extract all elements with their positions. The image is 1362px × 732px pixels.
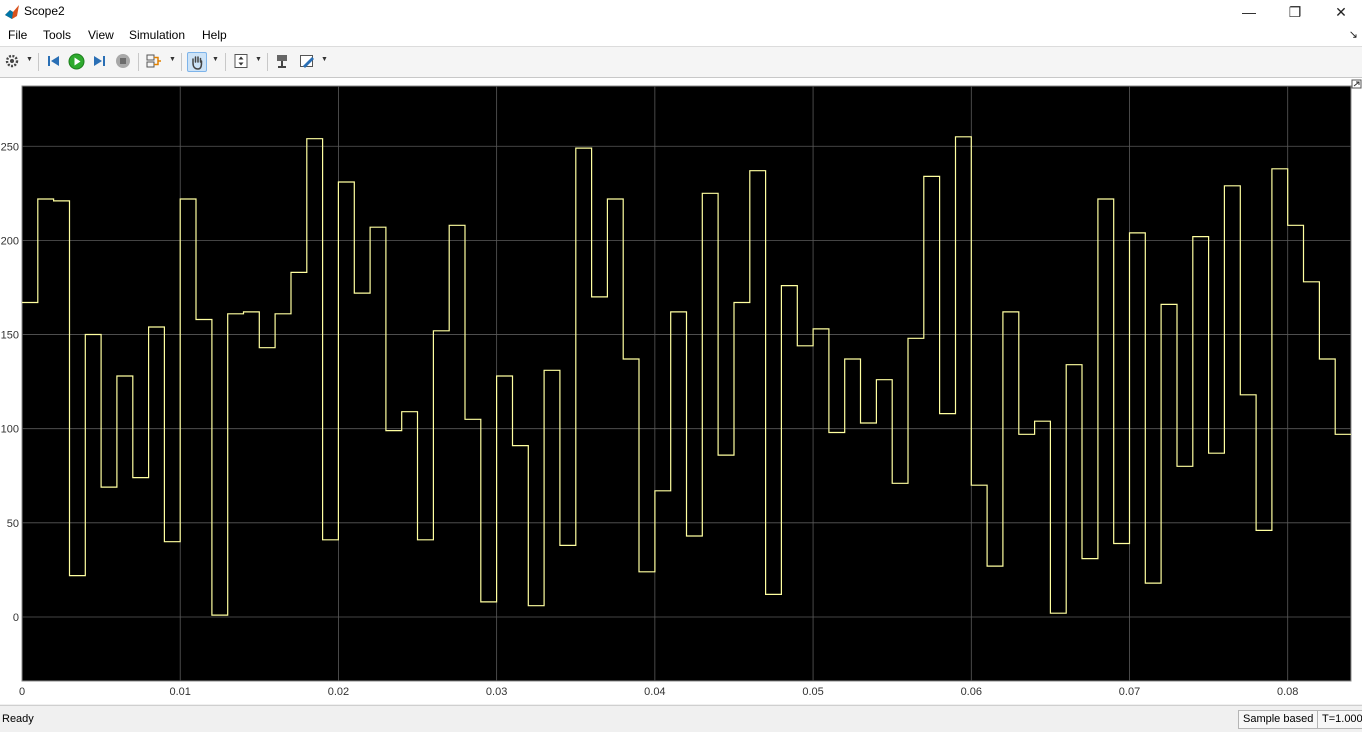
step-forward-icon[interactable] [90,52,108,70]
gear-icon[interactable] [3,52,21,70]
status-ready-text: Ready [2,713,34,725]
menu-help[interactable]: Help [202,28,227,42]
minimize-button[interactable]: — [1226,0,1272,24]
x-tick-label: 0.02 [328,686,349,698]
x-tick-label: 0.07 [1119,686,1140,698]
x-tick-label: 0.05 [802,686,823,698]
x-tick-labels: 0 0.01 0.02 0.03 0.04 0.05 0.06 0.07 0.08 [19,686,1298,698]
x-tick-label: 0.03 [486,686,507,698]
x-tick-label: 0.04 [644,686,665,698]
y-tick-label: 0 [13,612,19,624]
toolbar-separator [225,53,226,71]
gear-dropdown-icon[interactable]: ▼ [26,56,33,63]
signal-select-icon[interactable] [145,52,163,70]
y-tick-labels: 0 50 100 150 200 250 [1,141,19,624]
toolbar-separator [38,53,39,71]
style-dropdown-icon[interactable]: ▼ [321,56,328,63]
window-title: Scope2 [24,4,65,18]
menu-tools[interactable]: Tools [43,28,71,42]
menu-file[interactable]: File [8,28,27,42]
toolbar-separator [138,53,139,71]
zoom-axes-dropdown-icon[interactable]: ▼ [255,56,262,63]
x-tick-label: 0 [19,686,25,698]
axes-expand-icon[interactable] [1351,79,1362,89]
restore-icon: ❐ [1288,3,1302,20]
title-bar: Scope2 — ❐ ✕ [0,0,1362,24]
x-tick-label: 0.01 [170,686,191,698]
y-tick-label: 200 [1,235,19,247]
signal-select-dropdown-icon[interactable]: ▼ [169,56,176,63]
y-tick-label: 150 [1,330,19,342]
y-tick-label: 100 [1,424,19,436]
toolbar-separator [181,53,182,71]
zoom-axes-icon[interactable] [232,52,250,70]
run-icon[interactable] [67,52,85,70]
step-back-icon[interactable] [45,52,63,70]
toolbar-separator [267,53,268,71]
close-icon: ✕ [1335,3,1347,20]
scope-plot-area[interactable]: 0 0.01 0.02 0.03 0.04 0.05 0.06 0.07 0.08 0 50 100… [0,78,1362,704]
y-tick-label: 250 [1,141,19,153]
stop-icon[interactable] [114,52,132,70]
highlight-block-icon[interactable] [273,52,291,70]
toolbar: ▼ ▼ ▼ ▼ ▼ [0,46,1362,78]
x-tick-label: 0.06 [961,686,982,698]
close-button[interactable]: ✕ [1318,0,1362,24]
status-bar: Ready Sample based T=1.000 [0,705,1362,732]
status-mode: Sample based [1238,710,1319,729]
minimize-icon: — [1242,4,1256,20]
scope-axes[interactable]: 0 0.01 0.02 0.03 0.04 0.05 0.06 0.07 0.08 0 50 100… [0,78,1362,704]
y-tick-label: 50 [7,518,19,530]
menu-view[interactable]: View [88,28,114,42]
menu-bar: File Tools View Simulation Help ↘ [0,24,1362,46]
menu-simulation[interactable]: Simulation [129,28,185,42]
restore-button[interactable]: ❐ [1272,0,1318,24]
undock-icon[interactable]: ↘ [1349,28,1358,41]
style-pen-icon[interactable] [298,52,316,70]
pan-dropdown-icon[interactable]: ▼ [212,56,219,63]
pan-hand-icon[interactable] [187,52,207,72]
matlab-logo-icon [5,5,19,19]
x-tick-label: 0.08 [1277,686,1298,698]
status-time: T=1.000 [1317,710,1362,729]
